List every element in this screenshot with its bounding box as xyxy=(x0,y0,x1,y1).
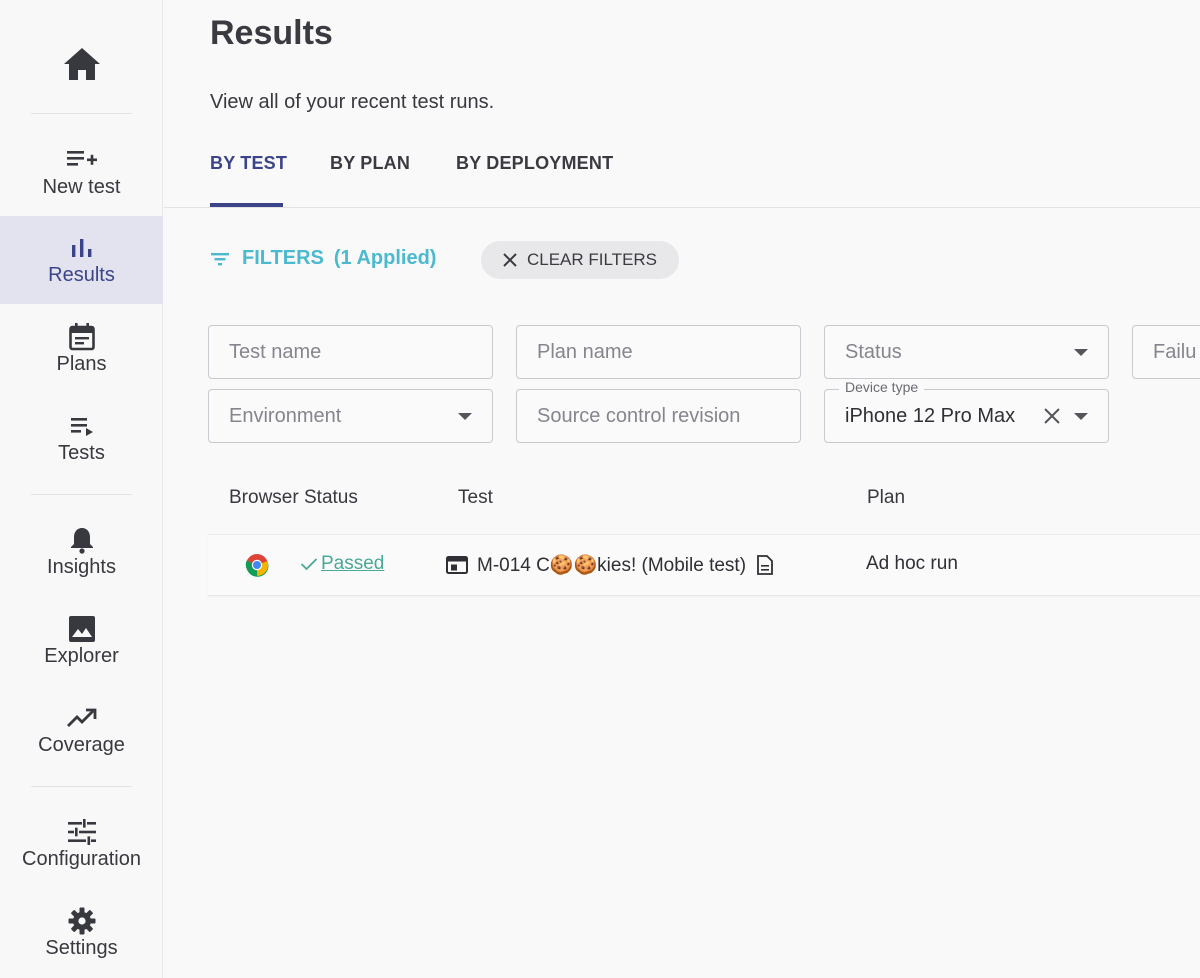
sidebar-item-explorer[interactable]: Explorer xyxy=(0,597,163,685)
column-header-plan[interactable]: Plan xyxy=(867,487,905,509)
status-placeholder: Status xyxy=(845,340,902,363)
sidebar: New test Results Plans Tests Insights Ex… xyxy=(0,0,163,978)
filters-toggle[interactable]: FILTERS (1 Applied) xyxy=(210,247,436,270)
device-type-value: iPhone 12 Pro Max xyxy=(845,404,1016,427)
plan-name-input[interactable]: Plan name xyxy=(516,325,801,379)
sidebar-item-tests[interactable]: Tests xyxy=(0,394,163,482)
column-header-status[interactable]: Status xyxy=(304,487,358,509)
sidebar-divider xyxy=(31,786,132,787)
page-title: Results xyxy=(210,14,333,52)
clear-value-icon[interactable] xyxy=(1042,406,1062,426)
page-header: Results View all of your recent test run… xyxy=(164,0,1200,208)
column-header-browser[interactable]: Browser xyxy=(229,487,299,509)
tab-by-test[interactable]: BY TEST xyxy=(210,153,287,174)
close-icon xyxy=(503,253,517,267)
plan-name-placeholder: Plan name xyxy=(537,340,633,363)
bar-chart-icon xyxy=(70,234,94,262)
caret-down-icon xyxy=(1074,413,1088,420)
sidebar-item-label: Configuration xyxy=(22,847,141,870)
clear-filters-label: CLEAR FILTERS xyxy=(526,250,658,269)
home-icon xyxy=(63,48,100,80)
sidebar-item-label: Explorer xyxy=(44,644,119,667)
status-passed-link[interactable]: Passed xyxy=(321,553,384,575)
filters-label: FILTERS xyxy=(242,247,324,269)
playlist-play-icon xyxy=(69,412,95,440)
sidebar-item-label: Coverage xyxy=(38,733,125,756)
sidebar-item-coverage[interactable]: Coverage xyxy=(0,686,163,774)
document-icon[interactable] xyxy=(757,555,773,575)
tab-by-plan[interactable]: BY PLAN xyxy=(330,153,410,174)
test-cell: M-014 C🍪🍪kies! (Mobile test) xyxy=(446,553,773,577)
sidebar-divider xyxy=(31,113,132,114)
filters-applied-count: (1 Applied) xyxy=(333,247,437,269)
check-icon xyxy=(300,558,318,571)
failure-placeholder: Failu xyxy=(1153,340,1197,363)
calendar-icon xyxy=(68,322,95,351)
sidebar-item-label: Tests xyxy=(58,441,105,464)
device-type-select[interactable]: Device type iPhone 12 Pro Max xyxy=(824,379,1109,443)
results-table: Browser Status Test Plan Passed M-014 C🍪… xyxy=(208,470,1200,598)
source-control-revision-input[interactable]: Source control revision xyxy=(516,389,801,443)
sidebar-item-plans[interactable]: Plans xyxy=(0,305,163,393)
tab-by-deployment[interactable]: BY DEPLOYMENT xyxy=(456,153,613,174)
browser-window-icon xyxy=(446,556,468,574)
test-name-input[interactable]: Test name xyxy=(208,325,493,379)
playlist-add-icon xyxy=(66,146,97,174)
bell-icon xyxy=(70,526,94,554)
environment-select[interactable]: Environment xyxy=(208,389,493,443)
filter-list-icon xyxy=(211,252,229,265)
sidebar-item-label: Insights xyxy=(47,555,116,578)
caret-down-icon xyxy=(1074,349,1088,356)
environment-placeholder: Environment xyxy=(229,404,342,427)
page-subtitle: View all of your recent test runs. xyxy=(210,91,495,113)
caret-down-icon xyxy=(458,413,472,420)
status-select[interactable]: Status xyxy=(824,325,1109,379)
test-name-placeholder: Test name xyxy=(229,340,322,363)
trending-up-icon xyxy=(66,704,97,732)
sidebar-divider xyxy=(31,494,132,495)
sidebar-item-configuration[interactable]: Configuration xyxy=(0,800,163,888)
status-cell: Passed xyxy=(300,553,384,575)
sidebar-item-label: Plans xyxy=(56,352,107,375)
sidebar-item-results[interactable]: Results xyxy=(0,216,163,304)
clear-filters-button[interactable]: CLEAR FILTERS xyxy=(481,241,679,279)
sidebar-item-label: Settings xyxy=(45,936,118,959)
sidebar-item-label: Results xyxy=(48,263,115,286)
active-tab-indicator xyxy=(210,203,283,207)
device-type-label: Device type xyxy=(839,379,925,395)
source-control-placeholder: Source control revision xyxy=(537,404,741,427)
chrome-icon xyxy=(245,553,269,577)
sidebar-item-insights[interactable]: Insights xyxy=(0,508,163,596)
home-button[interactable] xyxy=(0,42,163,86)
table-row[interactable]: Passed M-014 C🍪🍪kies! (Mobile test) Ad h… xyxy=(208,534,1200,596)
main-content: Results View all of your recent test run… xyxy=(164,0,1200,978)
sidebar-item-new-test[interactable]: New test xyxy=(0,128,163,216)
column-header-test[interactable]: Test xyxy=(458,487,493,509)
tune-icon xyxy=(67,818,96,846)
gear-icon xyxy=(68,907,96,935)
sidebar-item-label: New test xyxy=(42,175,121,198)
sidebar-item-settings[interactable]: Settings xyxy=(0,889,163,977)
failure-input[interactable]: Failu xyxy=(1132,325,1200,379)
plan-cell: Ad hoc run xyxy=(866,553,958,574)
image-icon xyxy=(68,615,95,643)
test-name-link[interactable]: M-014 C🍪🍪kies! (Mobile test) xyxy=(477,553,746,577)
